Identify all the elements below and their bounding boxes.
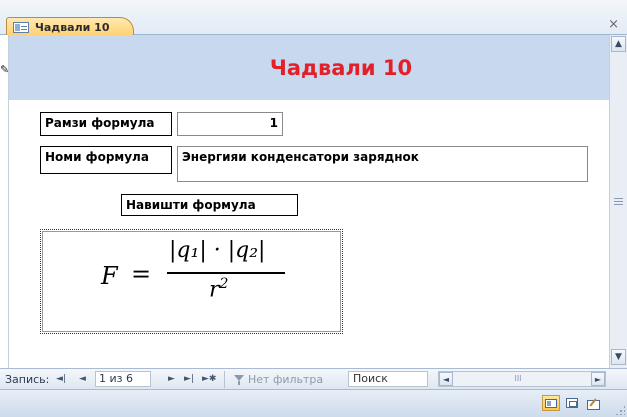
record-counter-input[interactable]: 1 из 6 — [95, 371, 151, 387]
vertical-scrollbar[interactable]: ▲ ▼ — [609, 35, 627, 368]
tab-label: Чадвали 10 — [35, 20, 110, 34]
scroll-left-icon[interactable]: ◄ — [439, 372, 453, 386]
formula-code-field[interactable]: 1 — [177, 112, 283, 136]
formula-name-field[interactable]: Энергияи конденсатори заряднок — [177, 146, 588, 182]
new-record-icon[interactable]: ►✱ — [202, 372, 216, 387]
last-record-icon[interactable]: ►| — [184, 372, 194, 387]
layout-view-icon — [566, 398, 578, 408]
filter-icon — [234, 375, 245, 385]
nav-divider — [224, 371, 225, 388]
filter-label: Нет фильтра — [248, 373, 324, 386]
scroll-grip-icon[interactable] — [614, 198, 623, 205]
horizontal-scrollbar[interactable]: ◄ III ► — [438, 371, 606, 387]
formula-image: F = |q₁| · |q₂| r2 — [101, 238, 311, 322]
formula-code-label: Рамзи формула — [40, 112, 172, 136]
search-input[interactable]: Поиск — [348, 371, 428, 387]
fraction-bar — [167, 272, 285, 274]
form-view-button[interactable] — [542, 395, 560, 411]
formula-denominator: r2 — [209, 276, 228, 302]
first-record-icon[interactable]: ◄| — [56, 372, 66, 387]
table-form-icon — [13, 21, 29, 33]
close-icon[interactable]: × — [608, 17, 619, 32]
form-title: Чадвали 10 — [269, 55, 413, 80]
write-formula-button[interactable]: Навишти формула — [121, 194, 298, 216]
filter-toggle[interactable]: Нет фильтра — [234, 372, 323, 387]
formula-lhs: F — [101, 262, 118, 290]
next-record-icon[interactable]: ► — [168, 372, 175, 387]
record-selector[interactable] — [0, 35, 9, 368]
scroll-up-icon[interactable]: ▲ — [611, 36, 626, 52]
design-view-icon — [587, 398, 600, 410]
form-header: Чадвали 10 — [9, 35, 609, 100]
layout-view-button[interactable] — [563, 395, 581, 411]
document-tab-bar: Чадвали 10 × — [0, 0, 627, 36]
resize-grip-icon[interactable] — [615, 405, 625, 415]
formula-equals: = — [131, 260, 152, 288]
scroll-down-icon[interactable]: ▼ — [611, 349, 626, 365]
formula-name-label: Номи формула — [40, 146, 172, 174]
scroll-right-icon[interactable]: ► — [591, 372, 605, 386]
status-bar — [0, 390, 627, 417]
formula-denominator-exponent: 2 — [219, 276, 229, 292]
record-label: Запись: — [5, 373, 50, 386]
hscroll-grip-icon[interactable]: III — [513, 375, 523, 383]
tab-table-10[interactable]: Чадвали 10 — [6, 17, 134, 36]
form-view-icon — [545, 398, 557, 408]
formula-numerator: |q₁| · |q₂| — [169, 238, 266, 263]
formula-image-frame[interactable]: F = |q₁| · |q₂| r2 — [40, 229, 343, 334]
prev-record-icon[interactable]: ◄ — [79, 372, 86, 387]
record-navigation-bar: Запись: ◄| ◄ 1 из 6 ► ►| ►✱ Нет фильтра … — [0, 368, 627, 390]
design-view-button[interactable] — [584, 395, 602, 411]
formula-denominator-base: r — [209, 277, 220, 303]
